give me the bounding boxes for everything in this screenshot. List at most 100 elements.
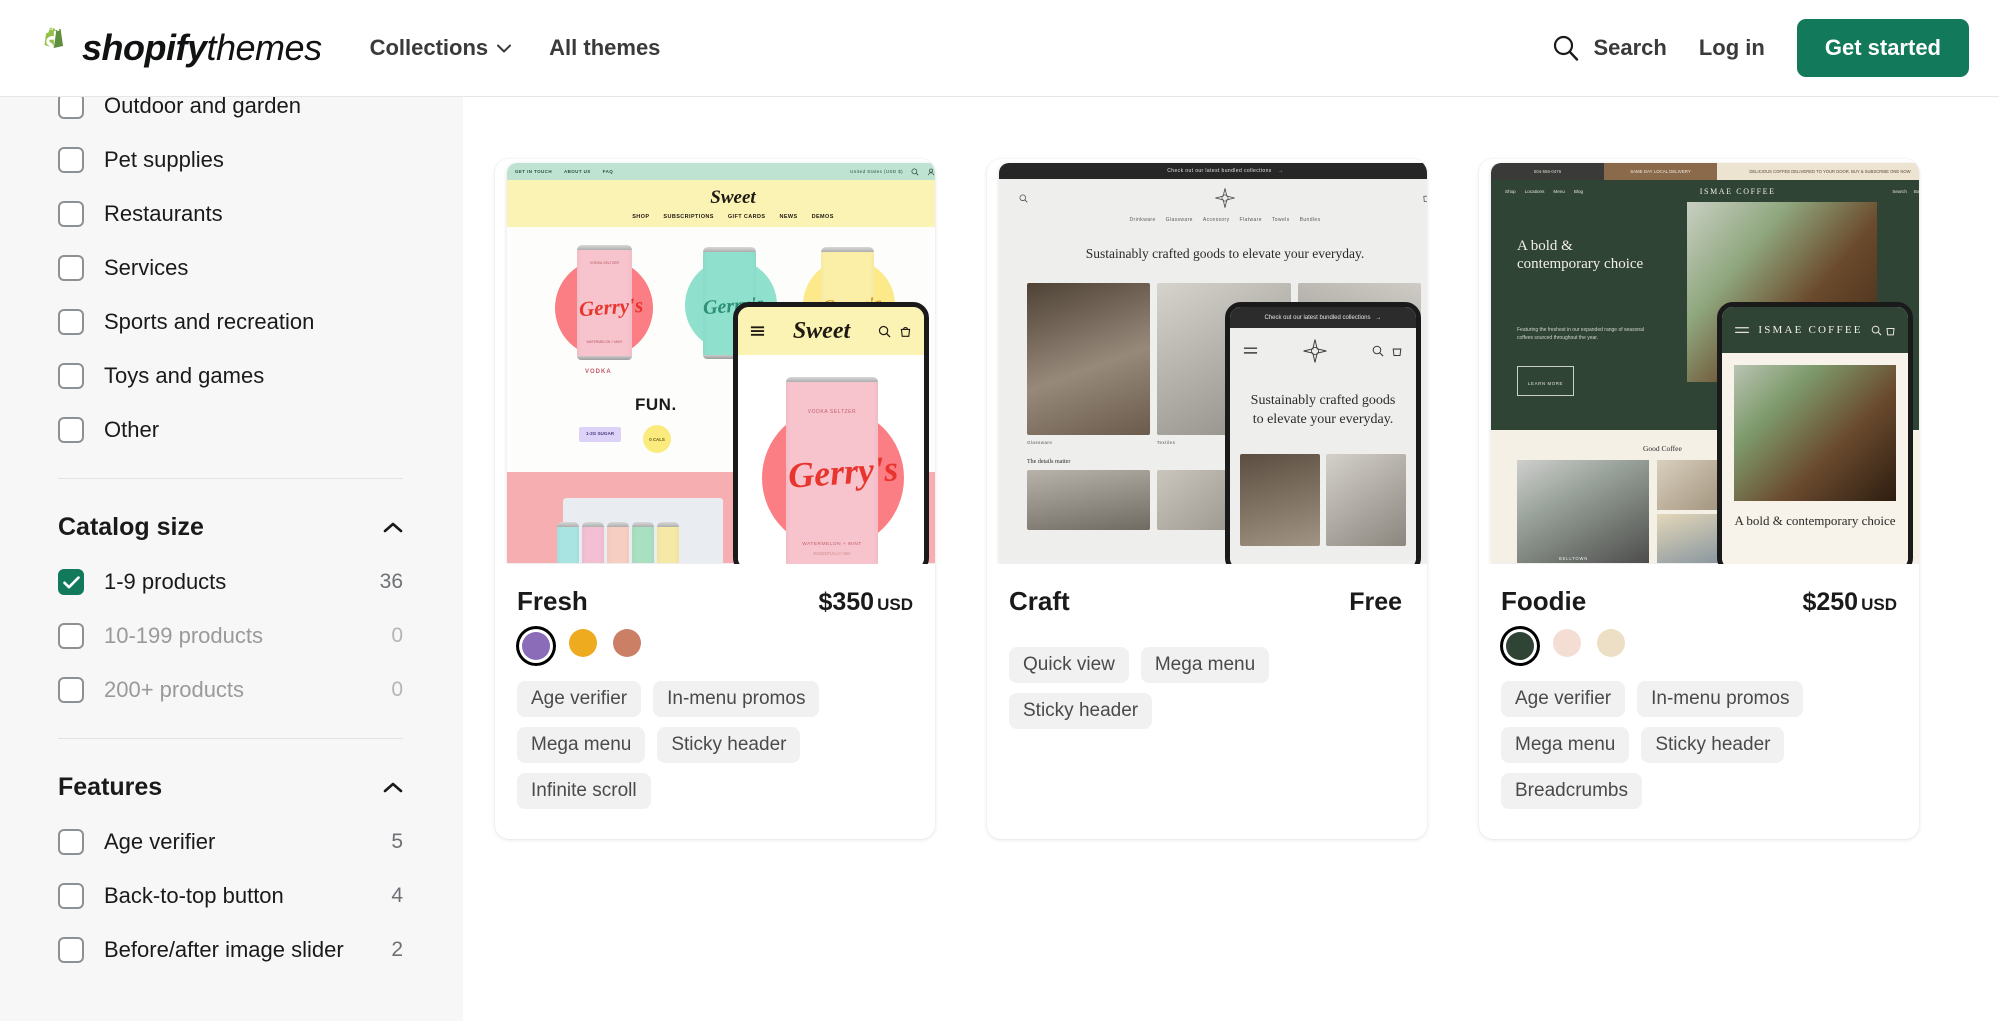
feature-tags: Quick view Mega menu Sticky header: [1009, 647, 1405, 729]
preview-store-name: Sweet: [710, 187, 756, 208]
theme-card[interactable]: GET IN TOUCH ABOUT US FAQ United States …: [495, 159, 935, 839]
filter-row-category[interactable]: Sports and recreation: [58, 295, 403, 349]
color-swatch[interactable]: [1553, 629, 1581, 657]
search-label: Search: [1593, 35, 1667, 60]
theme-title-row: Craft Free: [1009, 586, 1405, 617]
feature-tags: Age verifier In-menu promos Mega menu Stick…: [517, 681, 913, 809]
cart-icon: [1886, 327, 1895, 335]
filter-row-category[interactable]: Services: [58, 241, 403, 295]
preview-nav-link: Blog: [1573, 189, 1584, 194]
filter-row-category[interactable]: Restaurants: [58, 187, 403, 241]
color-swatch[interactable]: [1506, 632, 1534, 660]
theme-card-body: Fresh $350 USD Age verifier In-menu promos…: [495, 564, 935, 839]
filter-label: Outdoor and garden: [104, 97, 301, 118]
search-icon: [1019, 194, 1028, 203]
shopify-themes-logo[interactable]: shopifythemes: [30, 25, 322, 71]
filter-row-catalog-size[interactable]: 200+ products 0: [58, 663, 403, 717]
catalog-size-filter-list: 1-9 products 36 10-199 products 0 200+ produ…: [58, 555, 403, 717]
filter-row-category[interactable]: Toys and games: [58, 349, 403, 403]
filter-row-category[interactable]: Outdoor and garden: [58, 97, 403, 133]
features-group-header[interactable]: Features: [58, 759, 403, 815]
color-swatch[interactable]: [569, 629, 597, 657]
preview-topbar-link: FAQ: [602, 169, 614, 174]
feature-tag: Mega menu: [1140, 647, 1270, 683]
preview-nav-link: Glassware: [1165, 217, 1193, 223]
star-logo-icon: [1303, 339, 1327, 363]
filter-row-feature[interactable]: Before/after image slider 2: [58, 923, 403, 977]
preview-product-sub: ESSENTIALLY ABV: [813, 551, 851, 556]
preview-nav-link: GIFT CARDS: [727, 214, 766, 220]
feature-tag: Age verifier: [517, 681, 642, 717]
chevron-up-icon[interactable]: [383, 781, 403, 793]
preview-headline: Sustainably crafted goods to elevate you…: [1085, 246, 1365, 261]
preview-store-name: Sweet: [792, 317, 851, 344]
filter-row-feature[interactable]: Age verifier 5: [58, 815, 403, 869]
theme-price: $250 USD: [1802, 588, 1897, 617]
filter-label: Before/after image slider: [104, 937, 344, 962]
category-filter-list: Outdoor and garden Pet supplies Restaurant…: [58, 97, 403, 457]
chevron-up-icon[interactable]: [383, 521, 403, 533]
filter-checkbox[interactable]: [58, 201, 84, 227]
get-started-button[interactable]: Get started: [1796, 19, 1969, 77]
nav-all-themes[interactable]: All themes: [549, 35, 660, 61]
filter-checkbox[interactable]: [58, 97, 84, 119]
preview-nav-right: Search: [1892, 189, 1907, 194]
theme-preview-image[interactable]: GET IN TOUCH ABOUT US FAQ United States …: [495, 159, 935, 564]
theme-card[interactable]: Check out our latest bundled collections…: [987, 159, 1427, 839]
preview-tile-label: Glassware: [1027, 440, 1053, 446]
theme-card[interactable]: 504-555-0476 SAME DAY LOCAL DELIVERY DEL…: [1479, 159, 1919, 839]
search-icon: [911, 168, 919, 175]
preview-image-caption: BELLTOWN: [1559, 556, 1589, 561]
foodie-preview-art: 504-555-0476 SAME DAY LOCAL DELIVERY DEL…: [1479, 159, 1919, 564]
filter-checkbox[interactable]: [58, 677, 84, 703]
site-header: shopifythemes Collections All themes Sea…: [0, 0, 1999, 97]
nav-all-themes-label: All themes: [549, 35, 661, 60]
nav-collections[interactable]: Collections: [370, 35, 512, 61]
preview-announcement: Check out our latest bundled collections: [1264, 314, 1371, 321]
sidebar-divider-2: [58, 738, 403, 739]
feature-tag: In-menu promos: [653, 681, 820, 717]
preview-headline: A bold & contemporary choice: [1517, 238, 1644, 272]
features-title: Features: [58, 772, 163, 801]
main-nav: Collections All themes: [370, 35, 661, 61]
account-icon: [927, 168, 935, 175]
filter-label: Pet supplies: [104, 147, 224, 172]
filter-checkbox[interactable]: [58, 309, 84, 335]
filter-row-category[interactable]: Other: [58, 403, 403, 457]
filter-count: 5: [391, 830, 403, 853]
theme-title-row: Fresh $350 USD: [517, 586, 913, 617]
theme-preview-image[interactable]: 504-555-0476 SAME DAY LOCAL DELIVERY DEL…: [1479, 159, 1919, 564]
search-icon: [1554, 35, 1579, 61]
preview-nav-link: Accessory: [1202, 217, 1230, 223]
filter-row-catalog-size[interactable]: 10-199 products 0: [58, 609, 403, 663]
filter-sidebar: Outdoor and garden Pet supplies Restaurant…: [0, 97, 463, 1021]
color-swatch[interactable]: [1597, 629, 1625, 657]
color-swatch[interactable]: [613, 629, 641, 657]
filter-count: 2: [391, 938, 403, 961]
login-link[interactable]: Log in: [1699, 35, 1765, 61]
preview-announce-right: DELICIOUS COFFEE DELIVERED TO YOUR DOOR.…: [1749, 169, 1911, 174]
filter-checkbox[interactable]: [58, 569, 84, 595]
filter-checkbox[interactable]: [58, 147, 84, 173]
filter-checkbox[interactable]: [58, 937, 84, 963]
theme-price-currency: USD: [877, 595, 913, 614]
preview-nav-link: SUBSCRIPTIONS: [663, 214, 714, 220]
filter-checkbox[interactable]: [58, 623, 84, 649]
craft-preview-art: Check out our latest bundled collections…: [987, 159, 1427, 564]
theme-preview-image[interactable]: Check out our latest bundled collections…: [987, 159, 1427, 564]
filter-row-catalog-size[interactable]: 1-9 products 36: [58, 555, 403, 609]
filter-checkbox[interactable]: [58, 883, 84, 909]
filter-checkbox[interactable]: [58, 417, 84, 443]
filter-checkbox[interactable]: [58, 255, 84, 281]
filter-checkbox[interactable]: [58, 829, 84, 855]
filter-row-feature[interactable]: Back-to-top button 4: [58, 869, 403, 923]
theme-price: $350 USD: [818, 588, 913, 617]
catalog-size-group-header[interactable]: Catalog size: [58, 499, 403, 555]
filter-checkbox[interactable]: [58, 363, 84, 389]
filter-row-category[interactable]: Pet supplies: [58, 133, 403, 187]
preview-cta: LEARN MORE: [1528, 381, 1564, 386]
phone-mock: Sweet VODKA SELTZER Gerry's WATERMELON +…: [733, 302, 929, 564]
color-swatch[interactable]: [522, 632, 550, 660]
theme-grid-area: GET IN TOUCH ABOUT US FAQ United States …: [463, 97, 1999, 1021]
search-button[interactable]: Search: [1551, 33, 1667, 63]
